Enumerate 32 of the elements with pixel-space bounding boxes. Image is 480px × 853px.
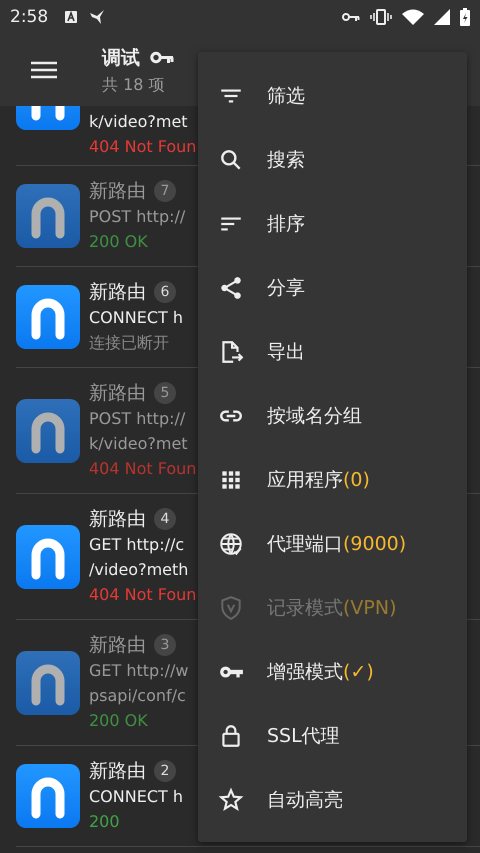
request-title: 新路由 [89, 381, 146, 406]
item-count: 共 18 项 [102, 74, 166, 96]
response-status: 404 Not Foun [89, 136, 197, 158]
response-status: 404 Not Foun [89, 584, 197, 606]
request-title: 新路由 [89, 280, 146, 305]
request-title: 新路由 [89, 507, 146, 532]
response-status: 200 [89, 811, 121, 833]
request-url: CONNECT h [89, 307, 184, 329]
request-url: POST http:// [89, 206, 186, 228]
response-status: 200 OK [89, 231, 149, 253]
response-status: 200 OK [89, 710, 149, 732]
count-badge: 7 [154, 180, 176, 202]
count-badge: 4 [154, 508, 176, 530]
page-title: 调试 [102, 46, 140, 70]
count-badge: 3 [154, 634, 176, 656]
request-url: psapi/conf/c [89, 685, 187, 707]
request-title: 新路由 [89, 633, 146, 658]
status-time: 2:58 [10, 7, 48, 27]
count-badge: 2 [154, 760, 176, 782]
response-status: 404 Not Foun [89, 458, 197, 480]
request-url: POST http:// [89, 408, 186, 430]
request-url: k/video?met [89, 111, 189, 133]
request-url: /video?meth [89, 559, 190, 581]
request-url: GET http://c [89, 534, 186, 556]
request-url: GET http://w [89, 660, 190, 682]
count-badge: 5 [154, 382, 176, 404]
response-status: 连接已断开 [89, 332, 170, 354]
request-url: CONNECT h [89, 786, 184, 808]
count-badge: 6 [154, 281, 176, 303]
request-title: 新路由 [89, 179, 146, 204]
request-url: k/video?met [89, 433, 189, 455]
request-title: 新路由 [89, 759, 146, 784]
